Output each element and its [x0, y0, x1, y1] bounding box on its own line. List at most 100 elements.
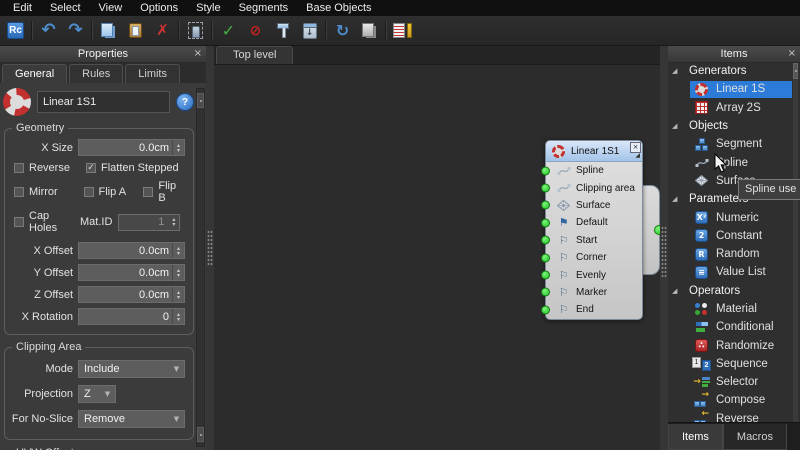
tab-rules[interactable]: Rules: [69, 64, 123, 83]
checkbox-cap-holes[interactable]: [14, 217, 24, 227]
tree-item-random[interactable]: RRandom: [668, 245, 800, 263]
collapse-triangle-icon[interactable]: ◢: [635, 152, 640, 159]
railclone-logo-button[interactable]: Rc: [3, 19, 28, 42]
x-size-field[interactable]: 0.0cm ▴▾: [78, 139, 185, 156]
close-icon[interactable]: ×: [194, 47, 202, 60]
tree-item-linear-1s[interactable]: Linear 1S: [668, 80, 800, 98]
input-port-dot[interactable]: [541, 236, 550, 245]
redo-button[interactable]: ↷: [63, 19, 88, 42]
input-port-dot[interactable]: [541, 166, 550, 175]
z-offset-field[interactable]: 0.0cm▴▾: [78, 286, 185, 303]
tree-item-selector[interactable]: →Selector: [668, 373, 800, 391]
projection-dropdown[interactable]: Z▼: [78, 385, 116, 403]
menu-segments[interactable]: Segments: [230, 1, 298, 15]
checkbox-flip-b[interactable]: [143, 187, 153, 197]
export-button[interactable]: [357, 19, 382, 42]
properties-scrollbar[interactable]: [196, 88, 205, 447]
port-label: Marker: [576, 287, 607, 298]
tree-item-randomize[interactable]: ∴Randomize: [668, 336, 800, 354]
scrollbar-thumb[interactable]: [197, 93, 204, 108]
delete-button[interactable]: ✗: [150, 19, 175, 42]
pin-top-button[interactable]: [270, 19, 295, 42]
menu-view[interactable]: View: [90, 1, 132, 15]
tab-general[interactable]: General: [2, 64, 67, 83]
linear-generator-node[interactable]: Linear 1S1 × ◢ SplineClipping areaSurfac…: [545, 140, 643, 320]
input-port-dot[interactable]: [541, 201, 550, 210]
input-port-dot[interactable]: [541, 218, 550, 227]
expand-triangle-icon[interactable]: ◢: [668, 195, 683, 203]
checkbox-flatten-stepped[interactable]: ✓: [86, 163, 96, 173]
spinner[interactable]: ▴▾: [172, 140, 184, 155]
tree-item-segment[interactable]: Segment: [668, 135, 800, 153]
output-port-dot[interactable]: [654, 225, 660, 235]
input-port-dot[interactable]: [541, 253, 550, 262]
port-clipping-area: Clipping area: [546, 179, 642, 196]
paste-button[interactable]: [123, 19, 148, 42]
checkbox-flip-a[interactable]: [84, 187, 94, 197]
refresh-button[interactable]: ↻: [330, 19, 355, 42]
apply-button[interactable]: ✓: [216, 19, 241, 42]
tree-group-operators[interactable]: ◢Operators: [668, 282, 800, 300]
node-editor-canvas[interactable]: Top level Linear 1S1 × ◢ SplineClipping …: [214, 46, 660, 450]
expand-triangle-icon[interactable]: ◢: [668, 122, 683, 130]
tree-item-sequence[interactable]: 12Sequence: [668, 355, 800, 373]
tab-top-level[interactable]: Top level: [216, 46, 293, 64]
purge-button[interactable]: [183, 19, 208, 42]
undo-button[interactable]: ↶: [36, 19, 61, 42]
items-titlebar[interactable]: Items ×: [668, 46, 800, 63]
notes-button[interactable]: [390, 19, 415, 42]
input-port-dot[interactable]: [541, 305, 550, 314]
spinner[interactable]: ▴▾: [172, 287, 184, 302]
tab-macros[interactable]: Macros: [723, 424, 787, 450]
checkbox-mirror[interactable]: [14, 187, 24, 197]
tab-limits[interactable]: Limits: [125, 64, 180, 83]
input-port-dot[interactable]: [541, 288, 550, 297]
expand-triangle-icon[interactable]: ◢: [668, 67, 683, 75]
for-no-slice-dropdown[interactable]: Remove▼: [78, 410, 185, 428]
input-port-dot[interactable]: [541, 271, 550, 280]
input-port-dot[interactable]: [541, 184, 550, 193]
tree-group-objects[interactable]: ◢Objects: [668, 117, 800, 135]
menu-style[interactable]: Style: [187, 1, 229, 15]
tree-item-array-2s[interactable]: Array 2S: [668, 99, 800, 117]
left-splitter[interactable]: [206, 46, 214, 450]
help-icon[interactable]: ?: [176, 93, 194, 111]
scrollbar-thumb[interactable]: [197, 427, 204, 442]
tree-item-constant[interactable]: 2Constant: [668, 227, 800, 245]
scrollbar-thumb[interactable]: [793, 63, 798, 79]
mat-id-field[interactable]: 1 ▴▾: [118, 214, 180, 231]
menu-edit[interactable]: Edit: [4, 1, 41, 15]
menu-options[interactable]: Options: [131, 1, 187, 15]
properties-titlebar[interactable]: Properties ×: [0, 46, 206, 63]
close-icon[interactable]: ×: [788, 47, 796, 60]
mode-dropdown[interactable]: Include▼: [78, 360, 185, 378]
tree-item-compose[interactable]: →Compose: [668, 391, 800, 409]
spinner[interactable]: ▴▾: [172, 309, 184, 324]
y-offset-field[interactable]: 0.0cm▴▾: [78, 264, 185, 281]
pin-bottom-button[interactable]: ↓: [297, 19, 322, 42]
menu-select[interactable]: Select: [41, 1, 90, 15]
tree-item-spline[interactable]: Spline: [668, 153, 800, 171]
checkbox-label: Mirror: [29, 186, 58, 198]
right-splitter[interactable]: [660, 46, 668, 450]
notes-icon: [394, 23, 411, 38]
discard-button[interactable]: ⊘: [243, 19, 268, 42]
spinner[interactable]: ▴▾: [172, 265, 184, 280]
tab-items[interactable]: Items: [668, 424, 723, 450]
node-header[interactable]: Linear 1S1 × ◢: [546, 141, 642, 162]
expand-triangle-icon[interactable]: ◢: [668, 287, 683, 295]
copy-button[interactable]: [96, 19, 121, 42]
spinner[interactable]: ▴▾: [167, 215, 179, 230]
tree-item-value-list[interactable]: ≡Value List: [668, 263, 800, 281]
style-name-input[interactable]: [37, 91, 170, 113]
tree-item-numeric[interactable]: X²Numeric: [668, 208, 800, 226]
tree-group-generators[interactable]: ◢Generators: [668, 62, 800, 80]
x-offset-field[interactable]: 0.0cm▴▾: [78, 242, 185, 259]
tree-item-conditional[interactable]: Conditional: [668, 318, 800, 336]
checkbox-reverse[interactable]: [14, 163, 24, 173]
x-rotation-field[interactable]: 0▴▾: [78, 308, 185, 325]
tree-item-material[interactable]: Material: [668, 300, 800, 318]
items-scrollbar[interactable]: [793, 63, 798, 423]
spinner[interactable]: ▴▾: [172, 243, 184, 258]
menu-base-objects[interactable]: Base Objects: [297, 1, 380, 15]
